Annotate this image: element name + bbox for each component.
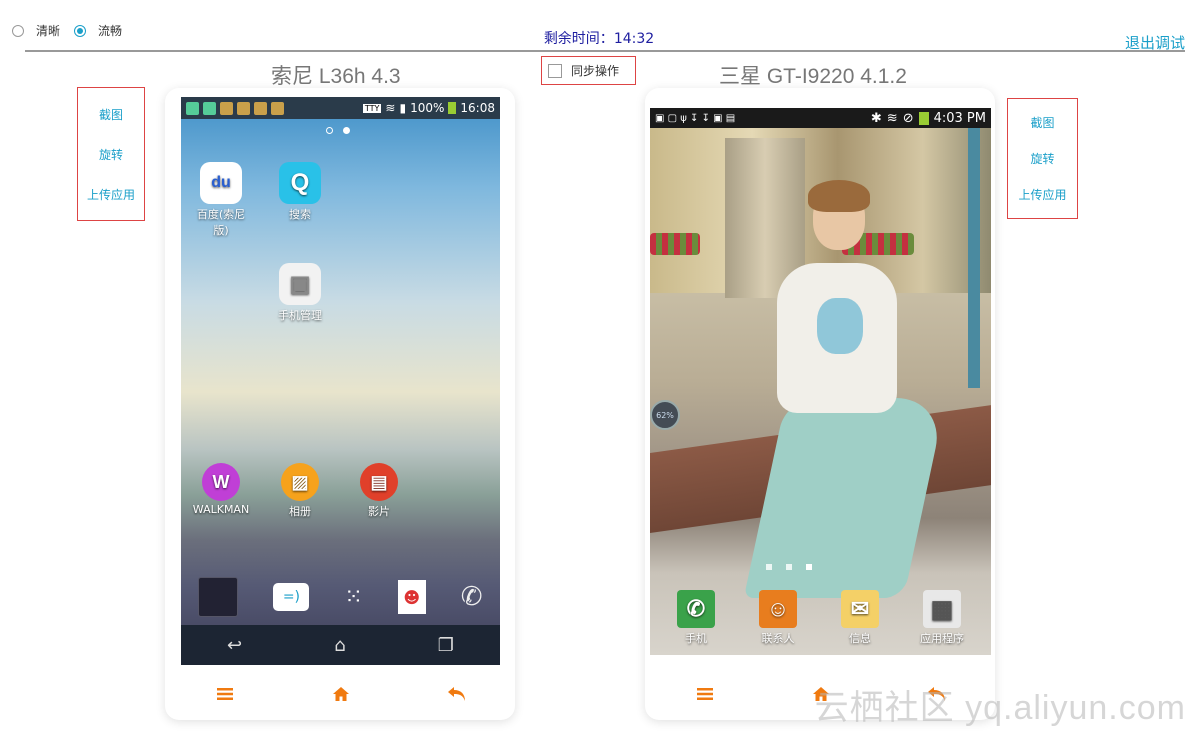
sony-nav-bar: ↩ ⌂ ❐ [181,625,500,665]
phone-icon: ✆ [677,590,715,628]
contacts-icon[interactable]: ☻ [397,580,426,614]
sony-screen[interactable]: TTY ≋ ▮ 100% 16:08 du 百度(索尼版) Q 搜索 ▣ 手机管… [181,97,500,665]
back-icon[interactable] [446,683,468,705]
remaining-time-label: 剩余时间： [543,31,614,47]
samsung-rotate-button[interactable]: 旋转 [1030,150,1054,167]
menu-icon[interactable] [694,683,716,705]
app-label: 联系人 [761,632,795,645]
phone-icon[interactable]: ✆ [461,582,483,612]
sync-checkbox-box[interactable] [548,63,562,78]
sync-operation-checkbox[interactable]: 同步操作 [541,56,636,85]
walkman-icon: W [202,463,240,501]
battery-icon [918,111,929,125]
baidu-icon: du [200,162,242,204]
sony-upload-app-button[interactable]: 上传应用 [87,186,135,203]
app-walkman[interactable]: W WALKMAN [191,463,251,516]
app-baidu[interactable]: du 百度(索尼版) [191,162,251,238]
home-icon[interactable] [330,683,352,705]
samsung-status-bar: ▣ ▢ ψ ↧ ↧ ▣ ▤ ✱ ≋ ⊘ 4:03 PM [650,108,991,128]
app-search[interactable]: Q 搜索 [270,162,330,222]
message-icon: ✉ [841,590,879,628]
app-label: 信息 [849,632,871,645]
messaging-icon[interactable]: =) [273,583,310,611]
battery-icon [448,102,457,114]
manager-icon: ▣ [279,263,321,305]
back-icon[interactable]: ↩ [227,635,242,656]
sony-actions-panel: 截图 旋转 上传应用 [77,87,145,221]
squirrel-icon [237,101,250,115]
samsung-upload-app-button[interactable]: 上传应用 [1018,186,1066,203]
header-divider [25,50,1185,52]
bluetooth-icon: ✱ [870,110,882,126]
sony-status-bar: TTY ≋ ▮ 100% 16:08 [181,97,500,119]
no-sim-icon: ⊘ [902,110,914,126]
wallpaper-figure [705,178,947,598]
sony-battery-level: 100% [410,101,445,115]
app-messages[interactable]: ✉ 信息 [830,590,890,646]
app-label: 搜索 [289,208,311,221]
app-label: 应用程序 [920,632,964,645]
apps-grid-icon[interactable]: ⁙ [344,585,362,610]
app-phone-manager[interactable]: ▣ 手机管理 [270,263,330,323]
recent-icon[interactable]: ❐ [438,635,454,656]
squirrel-icon [220,101,233,115]
movie-icon: ▤ [360,463,398,501]
samsung-screenshot-button[interactable]: 截图 [1030,114,1054,131]
device-title-samsung: 三星 GT-I9220 4.1.2 [719,65,907,88]
app-label: 手机 [685,632,707,645]
samsung-screen[interactable]: ▣ ▢ ψ ↧ ↧ ▣ ▤ ✱ ≋ ⊘ 4:03 PM 62% ✆ 手机 ☺ 联… [650,108,991,655]
app-contacts[interactable]: ☺ 联系人 [748,590,808,646]
floating-badge[interactable]: 62% [650,400,680,430]
app-album[interactable]: ▨ 相册 [270,463,330,519]
notification-icon: ▣ ▢ ψ ↧ ↧ ▣ ▤ [655,112,736,124]
remaining-time: 剩余时间：14:32 [0,28,1198,48]
sony-toolbar [214,683,468,705]
samsung-status-time: 4:03 PM [933,110,986,126]
sony-status-time: 16:08 [460,101,495,115]
samsung-actions-panel: 截图 旋转 上传应用 [1007,98,1078,219]
widget-icon[interactable] [198,577,239,617]
wifi-icon: ≋ [886,110,898,126]
menu-icon[interactable] [214,683,236,705]
remaining-time-value: 14:32 [613,31,655,47]
app-label: 相册 [289,505,311,518]
app-movies[interactable]: ▤ 影片 [349,463,409,519]
watermark: 云栖社区 yq.aliyun.com [814,689,1186,727]
search-icon: Q [279,162,321,204]
app-applications[interactable]: ▦ 应用程序 [912,590,972,646]
signal-icon: ▮ [399,101,407,115]
sync-operation-label: 同步操作 [571,64,620,78]
contacts-icon: ☺ [759,590,797,628]
album-icon: ▨ [281,463,319,501]
app-label: 影片 [368,505,390,518]
app-phone[interactable]: ✆ 手机 [666,590,726,646]
page-indicator [326,127,350,134]
apps-grid-icon: ▦ [923,590,961,628]
page-indicator [766,564,812,570]
home-icon[interactable]: ⌂ [334,635,345,656]
squirrel-icon [271,101,284,115]
sony-rotate-button[interactable]: 旋转 [99,146,123,163]
sony-dock: =) ⁙ ☻ ✆ [181,575,500,619]
device-title-sony: 索尼 L36h 4.3 [271,65,401,88]
app-label: 手机管理 [278,309,322,322]
wifi-icon: ≋ [385,101,396,115]
notification-icon [186,101,199,115]
notification-icon [203,101,216,115]
app-label: WALKMAN [192,503,250,516]
app-label: 百度(索尼版) [196,208,246,237]
squirrel-icon [254,101,267,115]
tty-badge: TTY [362,103,382,113]
sony-screenshot-button[interactable]: 截图 [99,106,123,123]
